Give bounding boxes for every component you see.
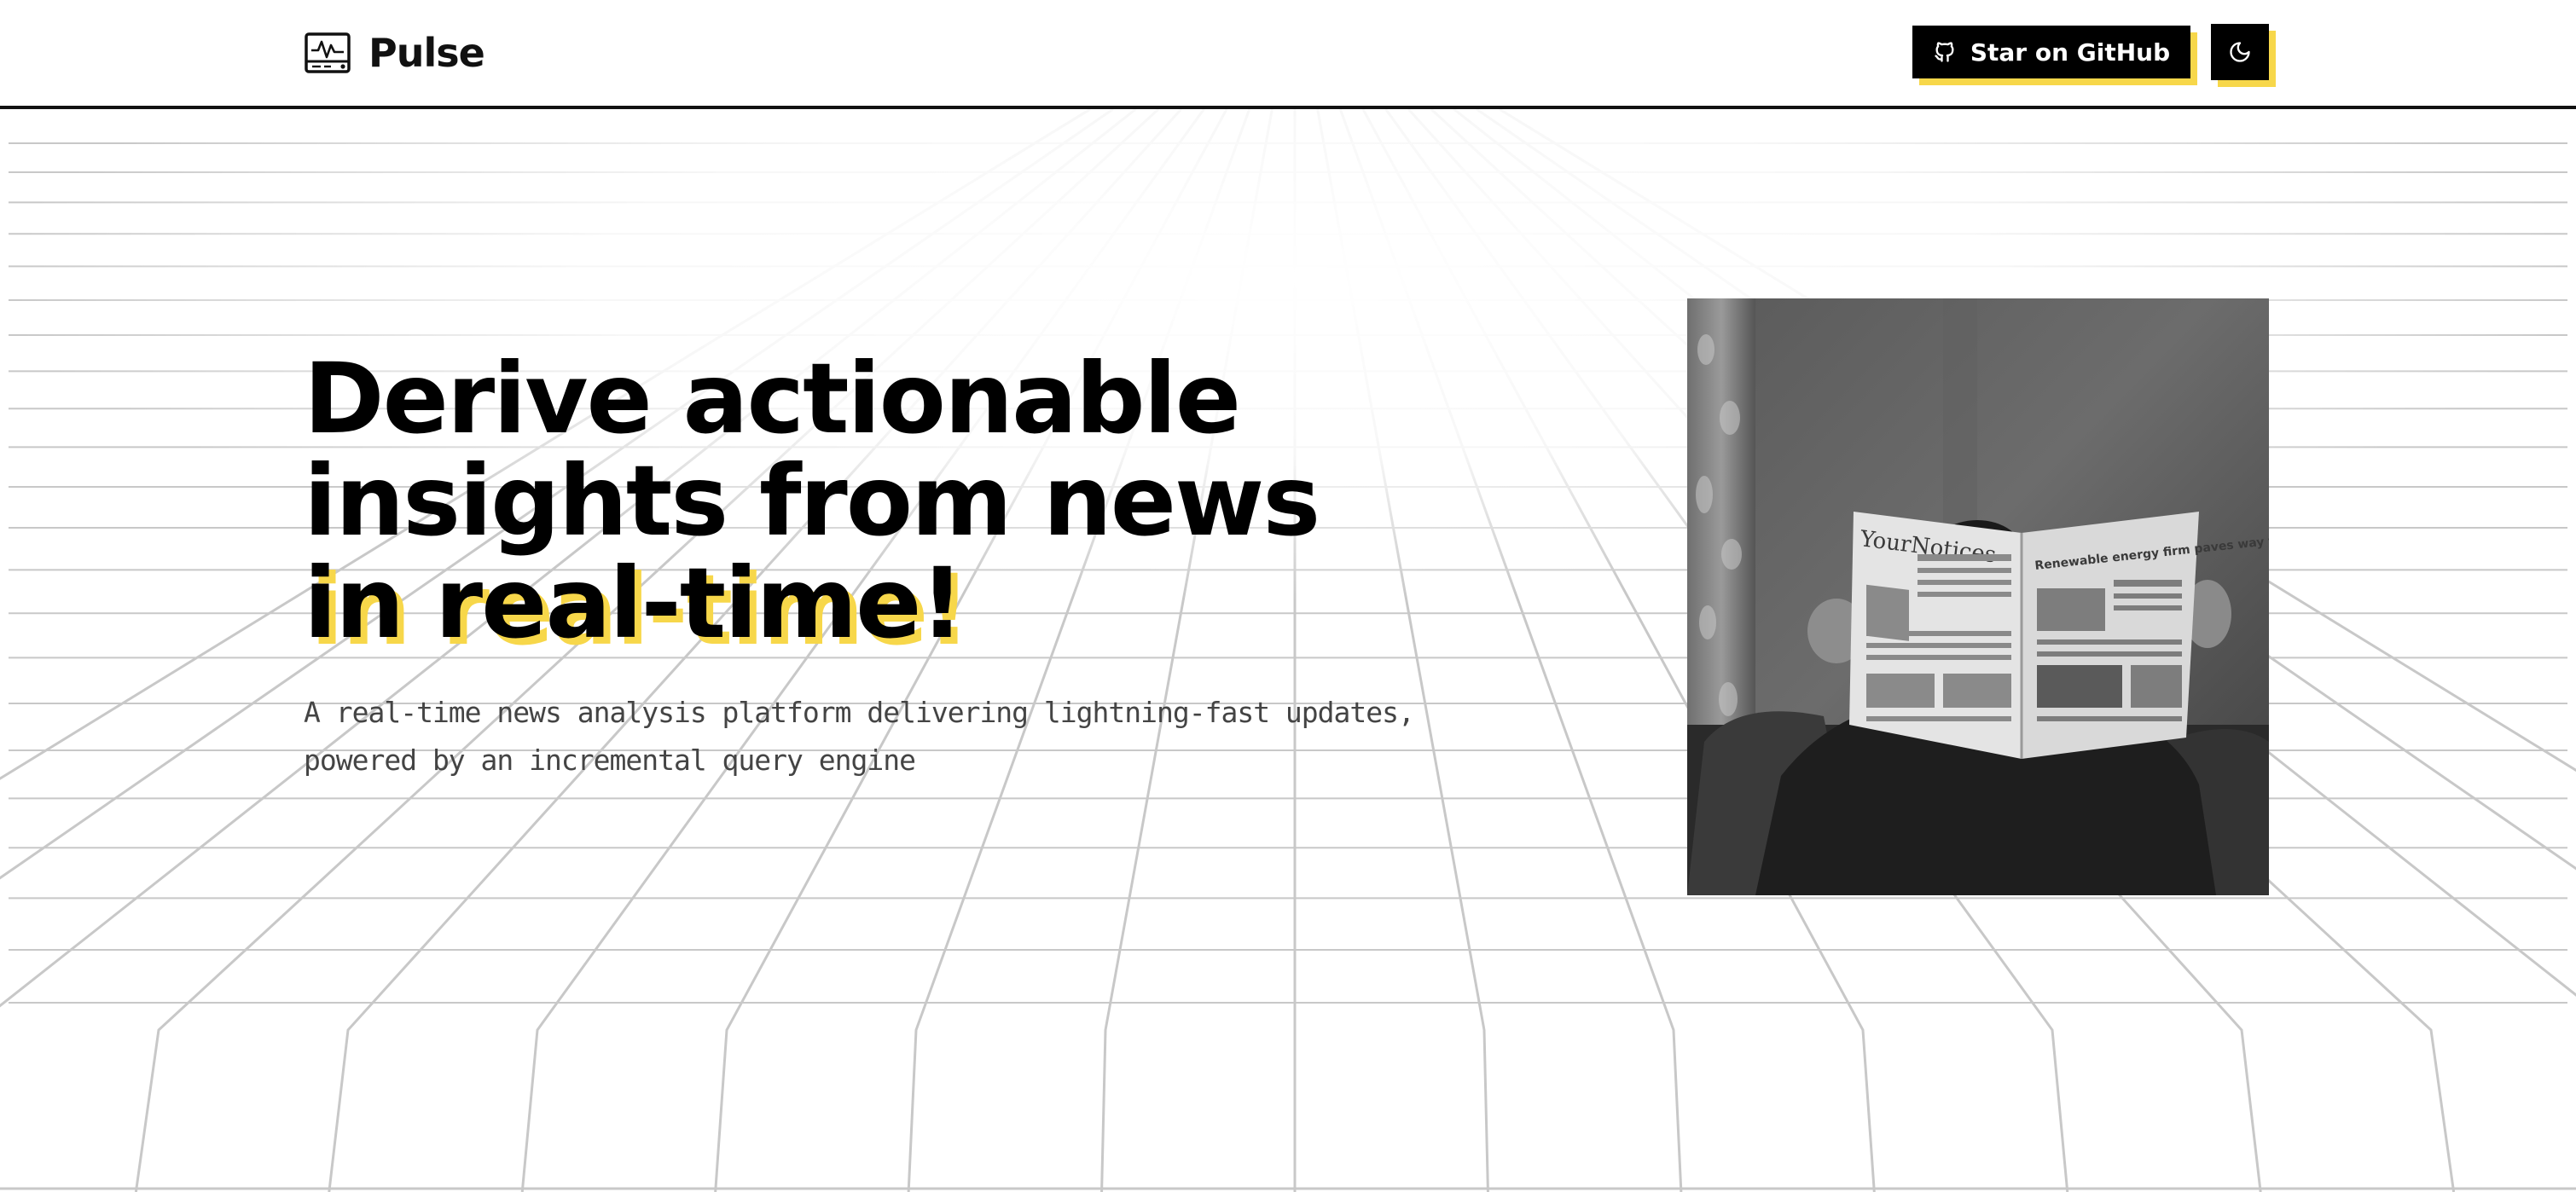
- github-icon: [1935, 42, 1954, 62]
- hero-headline: Derive actionable insights from news in …: [304, 348, 1515, 655]
- github-button-label: Star on GitHub: [1970, 38, 2171, 67]
- hero-subtitle: A real-time news analysis platform deliv…: [304, 696, 1415, 777]
- hero-image-person-reading-newspaper: YourNotices Renewable energy firm paves …: [1687, 298, 2269, 895]
- hero-section: Derive actionable insights from news in …: [304, 348, 1515, 784]
- headline-line-3-highlight: in real-time!: [304, 547, 964, 660]
- headline-line-1: Derive actionable: [304, 342, 1241, 455]
- moon-icon: [2230, 42, 2250, 62]
- brand-name: Pulse: [368, 30, 485, 76]
- monitor-pulse-icon: [305, 32, 351, 73]
- theme-toggle-button[interactable]: [2211, 24, 2269, 80]
- headline-line-2: insights from news: [304, 444, 1320, 558]
- top-navbar: Pulse Star on GitHub: [0, 0, 2576, 109]
- brand-logo[interactable]: Pulse: [304, 29, 485, 77]
- landing-page: Pulse Star on GitHub Derive actionable i…: [0, 0, 2576, 1192]
- star-on-github-button[interactable]: Star on GitHub: [1912, 26, 2190, 78]
